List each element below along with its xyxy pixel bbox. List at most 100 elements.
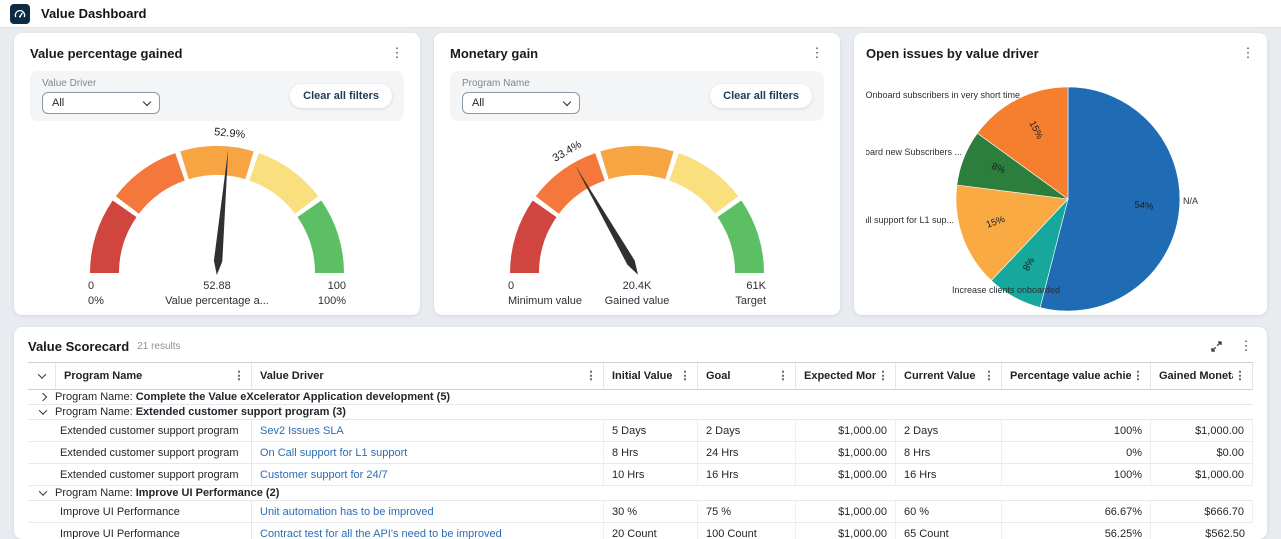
card-monetary-gain: Monetary gain ⋮ Program Name All Clear a… <box>434 33 840 315</box>
gauge-arc-segment <box>600 145 674 180</box>
column-label: Percentage value achieved <box>1010 370 1131 382</box>
chevron-down-icon[interactable] <box>38 487 48 496</box>
value-driver-link[interactable]: Unit automation has to be improved <box>260 506 434 518</box>
column-header-goal[interactable]: Goal ⋮ <box>698 363 796 390</box>
cell-expected-monetary: $1,000.00 <box>796 501 896 523</box>
pie-slice-label: Onboard subscribers in very short time <box>866 90 1020 100</box>
cell-initial-value: 10 Hrs <box>604 464 698 486</box>
cell-expected-monetary: $1,000.00 <box>796 442 896 464</box>
cell-percentage-achieved: 0% <box>1002 442 1151 464</box>
column-header-current-value[interactable]: Current Value ⋮ <box>896 363 1002 390</box>
column-menu-icon[interactable]: ⋮ <box>982 369 996 383</box>
cell-program-name: Extended customer support program <box>28 420 252 442</box>
cell-value-driver: Unit automation has to be improved <box>252 501 604 523</box>
cell-goal: 16 Hrs <box>698 464 796 486</box>
charts-row: Value percentage gained ⋮ Value Driver A… <box>0 28 1281 315</box>
filter-panel: Program Name All Clear all filters <box>450 71 824 121</box>
column-header-initial-value[interactable]: Initial Value ⋮ <box>604 363 698 390</box>
column-header-percentage-value-achieved[interactable]: Percentage value achieved⋮ <box>1002 363 1151 390</box>
gauge-arc-segment <box>90 200 137 273</box>
pie-slice-label: Increase clients onboarded <box>952 285 1060 295</box>
column-menu-icon[interactable]: ⋮ <box>1233 369 1247 383</box>
kebab-menu-icon[interactable]: ⋮ <box>810 46 824 60</box>
gauge-arc-segment <box>297 200 344 273</box>
kebab-menu-icon[interactable]: ⋮ <box>390 46 404 60</box>
gauge-axis-value: 52.88 <box>203 280 231 292</box>
pie-slice-label: N/A <box>1183 196 1198 206</box>
filter-panel: Value Driver All Clear all filters <box>30 71 404 121</box>
column-menu-icon[interactable]: ⋮ <box>678 369 692 383</box>
column-label: Value Driver <box>260 370 324 382</box>
value-driver-link[interactable]: Contract test for all the API's need to … <box>260 528 502 539</box>
group-label: Program Name: Improve UI Performance (2) <box>55 487 280 499</box>
gauge-needle <box>575 165 638 275</box>
cell-percentage-achieved: 100% <box>1002 464 1151 486</box>
card-title: Open issues by value driver <box>866 45 1039 61</box>
cell-percentage-achieved: 56.25% <box>1002 523 1151 539</box>
value-driver-link[interactable]: On Call support for L1 support <box>260 447 407 459</box>
chevron-right-icon[interactable] <box>38 392 48 402</box>
gauge-arc-segment <box>669 153 739 214</box>
column-menu-icon[interactable]: ⋮ <box>232 369 246 383</box>
card-title: Monetary gain <box>450 45 539 61</box>
column-menu-icon[interactable]: ⋮ <box>1131 369 1145 383</box>
cell-current-value: 16 Hrs <box>896 464 1002 486</box>
chevron-down-icon <box>562 97 572 106</box>
cell-current-value: 2 Days <box>896 420 1002 442</box>
select-value: All <box>52 97 65 109</box>
clear-filters-button[interactable]: Clear all filters <box>290 84 392 108</box>
value-driver-select[interactable]: All <box>42 92 160 114</box>
cell-expected-monetary: $1,000.00 <box>796 523 896 539</box>
kebab-menu-icon[interactable]: ⋮ <box>1241 46 1255 60</box>
group-row[interactable]: Program Name: Complete the Value eXceler… <box>28 390 1253 405</box>
cell-gained-monetary: $666.70 <box>1151 501 1253 523</box>
cell-goal: 2 Days <box>698 420 796 442</box>
group-label: Program Name: Complete the Value eXceler… <box>55 391 451 403</box>
group-label: Program Name: Extended customer support … <box>55 406 346 418</box>
page-title: Value Dashboard <box>41 6 147 21</box>
cell-current-value: 65 Count <box>896 523 1002 539</box>
cell-gained-monetary: $0.00 <box>1151 442 1253 464</box>
gauge-axis-value: 20.4K <box>623 280 652 292</box>
gauge-axis-value: 0 <box>508 280 514 292</box>
column-menu-icon[interactable]: ⋮ <box>584 369 598 383</box>
cell-initial-value: 20 Count <box>604 523 698 539</box>
chevron-down-icon <box>37 370 46 379</box>
value-driver-link[interactable]: Customer support for 24/7 <box>260 469 388 481</box>
column-header-expected-monetar[interactable]: Expected Monetar...⋮ <box>796 363 896 390</box>
cell-percentage-achieved: 100% <box>1002 420 1151 442</box>
column-header-program-name[interactable]: Program Name ⋮ <box>56 363 252 390</box>
column-menu-icon[interactable]: ⋮ <box>876 369 890 383</box>
pie-slice-label: Onboard new Subscribers ... <box>866 147 962 157</box>
select-all-header[interactable] <box>28 363 56 390</box>
chevron-down-icon[interactable] <box>38 406 48 415</box>
cell-value-driver: Contract test for all the API's need to … <box>252 523 604 539</box>
gauge-axis-caption: Gained value <box>605 295 670 307</box>
scorecard-table: Program Name ⋮ Value Driver ⋮ Initial Value ⋮… <box>28 362 1253 539</box>
gauge-axis-value: 100 <box>328 280 346 292</box>
group-row[interactable]: Program Name: Extended customer support … <box>28 405 1253 420</box>
filter-label: Program Name <box>462 78 530 89</box>
kebab-menu-icon[interactable]: ⋮ <box>1239 339 1253 353</box>
expand-icon[interactable] <box>1210 340 1223 353</box>
value-percentage-gauge: 52.9% 0 0% 52.88 Value percentage a... 100 100… <box>88 126 346 307</box>
program-name-select[interactable]: All <box>462 92 580 114</box>
column-header-value-driver[interactable]: Value Driver ⋮ <box>252 363 604 390</box>
column-label: Expected Monetar... <box>804 370 876 382</box>
select-value: All <box>472 97 485 109</box>
value-driver-link[interactable]: Sev2 Issues SLA <box>260 425 344 437</box>
cell-value-driver: On Call support for L1 support <box>252 442 604 464</box>
card-open-issues: Open issues by value driver ⋮ 54% N/A 8% In… <box>854 33 1267 315</box>
cell-program-name: Extended customer support program <box>28 464 252 486</box>
cell-goal: 100 Count <box>698 523 796 539</box>
column-header-gained-monetary-value[interactable]: Gained Monetary Value⋮ <box>1151 363 1253 390</box>
gauge-axis-caption: Target <box>735 295 766 307</box>
clear-filters-button[interactable]: Clear all filters <box>710 84 812 108</box>
column-menu-icon[interactable]: ⋮ <box>776 369 790 383</box>
open-issues-pie-chart: 54%N/A8%Increase clients onboarded15%On … <box>866 86 1198 312</box>
gauge-axis-caption: 100% <box>318 295 346 307</box>
gauge-axis-value: 61K <box>746 280 766 292</box>
cell-current-value: 60 % <box>896 501 1002 523</box>
gauge-arc-segment <box>510 200 557 273</box>
group-row[interactable]: Program Name: Improve UI Performance (2) <box>28 486 1253 501</box>
